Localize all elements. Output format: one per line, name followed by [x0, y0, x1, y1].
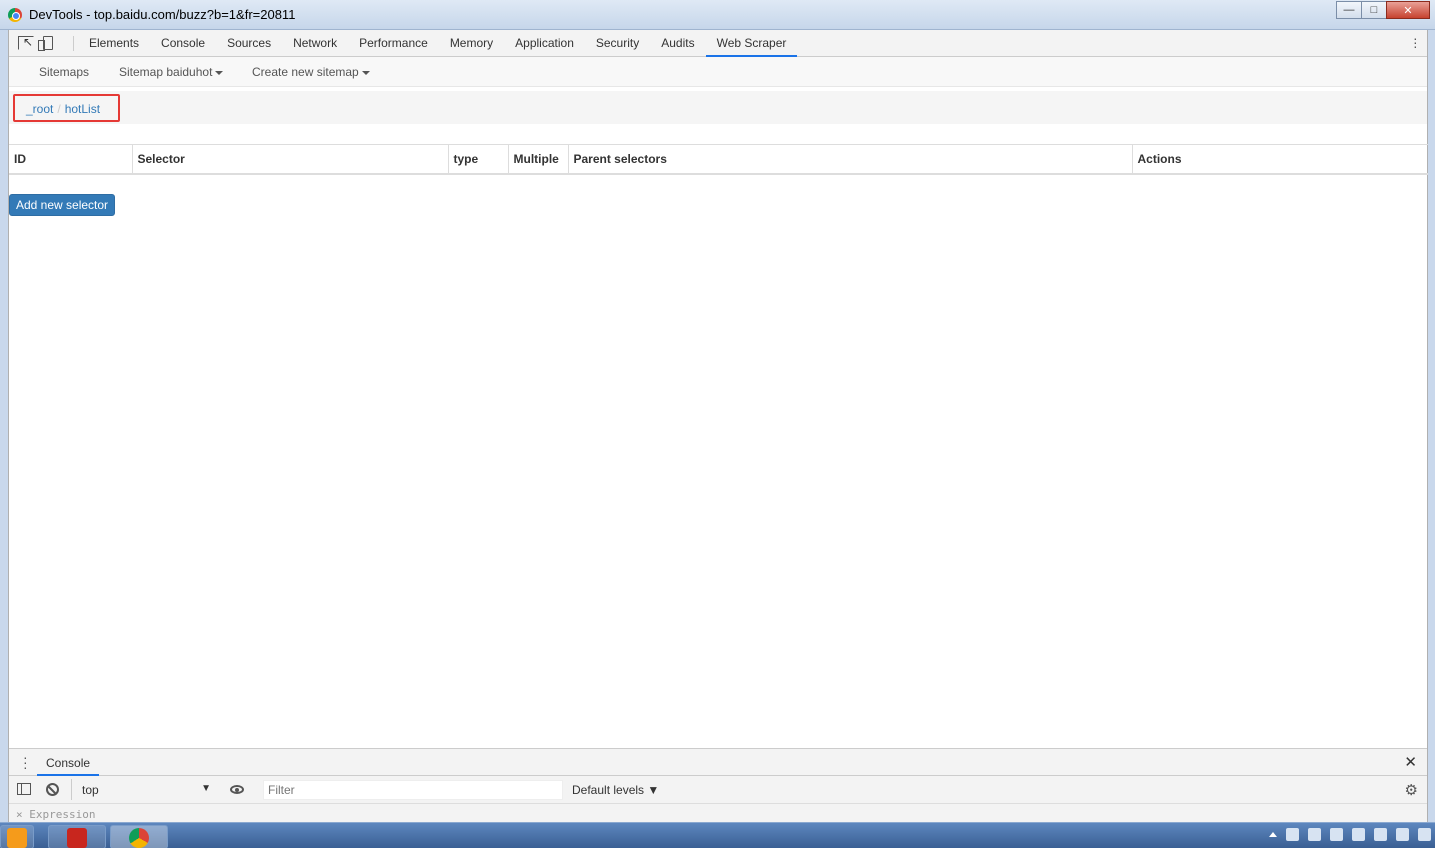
more-options-icon[interactable]: · · ·: [1413, 31, 1418, 53]
context-select-value: top: [82, 783, 99, 797]
tab-console[interactable]: Console: [150, 30, 216, 57]
column-header-multiple: Multiple: [507, 144, 568, 175]
taskbar: [0, 822, 1435, 848]
close-window-button[interactable]: ✕: [1386, 1, 1430, 19]
device-toolbar-icon[interactable]: [38, 36, 53, 51]
window-controls: — □ ✕: [1336, 1, 1430, 19]
tab-audits[interactable]: Audits: [650, 30, 705, 57]
tab-performance[interactable]: Performance: [348, 30, 439, 57]
show-sidebar-icon[interactable]: [17, 783, 31, 795]
system-tray: [1269, 828, 1431, 841]
drawer-menu-icon[interactable]: · · ·: [23, 750, 28, 774]
expression-row[interactable]: × Expression: [16, 808, 95, 821]
breadcrumb: _root / hotList: [13, 94, 120, 122]
drawer-tab-console[interactable]: Console: [37, 749, 100, 776]
chevron-down-icon: [361, 70, 370, 75]
taskbar-app-sublime[interactable]: [0, 825, 34, 848]
gear-icon[interactable]: ⚙: [1405, 781, 1418, 799]
tab-application[interactable]: Application: [504, 30, 585, 57]
scraper-navbar: Sitemaps Sitemap baiduhot Create new sit…: [9, 57, 1427, 87]
column-header-parent-selectors: Parent selectors: [567, 144, 1132, 175]
tab-elements[interactable]: Elements: [78, 30, 150, 57]
taskbar-app-redis[interactable]: [48, 825, 106, 848]
selector-table: ID Selector type Multiple Parent selecto…: [9, 144, 1428, 175]
inspect-element-icon[interactable]: [18, 35, 34, 50]
sitemap-dropdown[interactable]: Sitemap baiduhot: [119, 65, 224, 79]
console-toolbar: top ▼ Default levels ▼ ⚙: [9, 776, 1427, 804]
drawer-header: · · · Console ✕: [9, 749, 1427, 776]
show-hidden-icons-icon[interactable]: [1269, 832, 1277, 837]
devtools-panel: Elements Console Sources Network Perform…: [8, 30, 1428, 822]
dropdown-arrow-icon: ▼: [201, 783, 211, 794]
sitemap-dropdown-label: Sitemap baiduhot: [119, 65, 213, 79]
breadcrumb-root[interactable]: _root: [26, 102, 53, 116]
add-new-selector-button[interactable]: Add new selector: [9, 194, 116, 216]
live-expression-eye-icon[interactable]: [230, 785, 244, 794]
app-tray-icon[interactable]: [1308, 828, 1321, 841]
chrome-icon: [129, 828, 149, 848]
sitemaps-link[interactable]: Sitemaps: [39, 65, 89, 79]
usb-icon[interactable]: [1374, 828, 1387, 841]
taskbar-app-chrome[interactable]: [110, 825, 168, 848]
column-header-selector: Selector: [131, 144, 448, 175]
window-titlebar: DevTools - top.baidu.com/buzz?b=1&fr=208…: [0, 0, 1435, 30]
wechat-icon[interactable]: [1330, 828, 1343, 841]
breadcrumb-bar: _root / hotList: [9, 91, 1427, 124]
tab-network[interactable]: Network: [282, 30, 348, 57]
chrome-icon: [8, 8, 22, 22]
breadcrumb-current[interactable]: hotList: [65, 102, 100, 116]
qq-icon[interactable]: [1286, 828, 1299, 841]
table-header-row: ID Selector type Multiple Parent selecto…: [9, 144, 1428, 175]
devtools-tabbar: Elements Console Sources Network Perform…: [9, 30, 1427, 57]
tab-web-scraper[interactable]: Web Scraper: [705, 30, 798, 57]
console-filter-input[interactable]: [263, 780, 563, 800]
column-header-id: ID: [9, 144, 132, 175]
volume-icon[interactable]: [1418, 828, 1431, 841]
divider: [73, 36, 74, 51]
close-drawer-icon[interactable]: ✕: [1404, 753, 1417, 771]
redis-icon: [67, 828, 87, 848]
breadcrumb-separator: /: [57, 102, 61, 116]
column-header-actions: Actions: [1131, 144, 1428, 175]
log-levels-dropdown[interactable]: Default levels ▼: [572, 783, 659, 797]
chevron-down-icon: [215, 70, 224, 75]
create-sitemap-dropdown[interactable]: Create new sitemap: [252, 65, 370, 79]
create-sitemap-label: Create new sitemap: [252, 65, 359, 79]
tab-security[interactable]: Security: [585, 30, 650, 57]
context-select[interactable]: top ▼: [71, 779, 216, 800]
window-title: DevTools - top.baidu.com/buzz?b=1&fr=208…: [29, 7, 296, 22]
sublime-icon: [7, 828, 27, 848]
clear-console-icon[interactable]: [46, 783, 59, 796]
devtools-tabs: Elements Console Sources Network Perform…: [78, 30, 798, 57]
maximize-button[interactable]: □: [1361, 1, 1387, 19]
network-error-icon[interactable]: [1352, 828, 1365, 841]
console-drawer: ··· Console ✕ top ▼ Default levels ▼ ⚙ ×…: [9, 748, 1427, 822]
signal-icon[interactable]: [1396, 828, 1409, 841]
minimize-button[interactable]: —: [1336, 1, 1362, 19]
tab-sources[interactable]: Sources: [216, 30, 282, 57]
tab-memory[interactable]: Memory: [439, 30, 504, 57]
column-header-type: type: [447, 144, 508, 175]
